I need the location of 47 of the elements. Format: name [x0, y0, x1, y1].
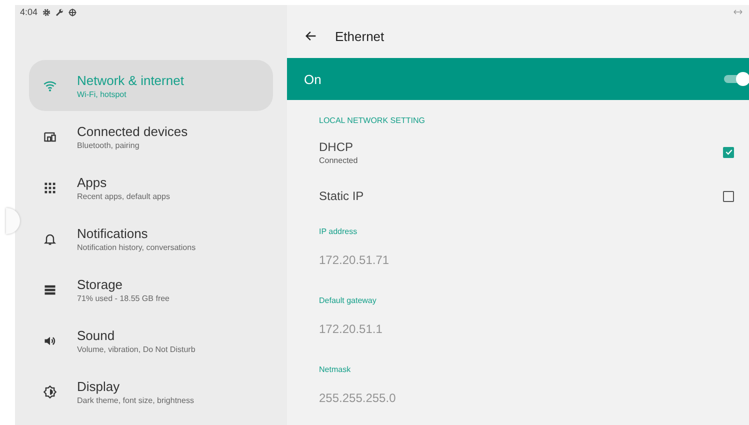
bell-icon — [43, 232, 57, 246]
field-label: IP address — [319, 227, 358, 236]
option-subtitle: Connected — [319, 156, 358, 164]
sidebar-item[interactable]: Apps Recent apps, default apps — [29, 162, 273, 213]
item-title: Connected devices — [77, 124, 188, 138]
item-title: Sound — [77, 328, 116, 342]
field-value: 255.255.255.0 — [319, 391, 397, 405]
item-subtitle: Bluetooth, pairing — [77, 140, 140, 150]
sidebar-item[interactable]: Display Dark theme, font size, brightness — [29, 366, 273, 417]
item-subtitle: Recent apps, default apps — [77, 192, 170, 200]
field-label: Netmask — [319, 365, 352, 374]
checkbox[interactable] — [723, 146, 734, 158]
item-title: Display — [77, 378, 121, 394]
item-subtitle: Wi-Fi, hotspot — [77, 90, 128, 98]
resize-arrows-icon — [733, 9, 743, 15]
sidebar-item[interactable]: Sound Volume, vibration, Do Not Disturb — [29, 315, 273, 366]
section-header: LOCAL NETWORK SETTING — [319, 116, 426, 127]
toggle-switch[interactable] — [724, 72, 748, 86]
wrench-icon — [54, 8, 64, 16]
item-title: Storage — [77, 276, 124, 292]
grid-icon — [43, 180, 57, 194]
page-title: Ethernet — [335, 28, 384, 44]
item-title: Network & internet — [77, 72, 184, 88]
sidebar-item[interactable]: Notifications Notification history, conversations — [29, 213, 273, 264]
back-button[interactable] — [304, 29, 318, 43]
field-value: 172.20.51.1 — [319, 322, 384, 336]
crosshair-icon — [68, 8, 77, 16]
devices-icon — [43, 130, 57, 144]
clock-time: 4:04 — [20, 7, 38, 17]
item-title: Notifications — [77, 226, 149, 240]
sidebar-item[interactable]: Connected devices Bluetooth, pairing — [29, 111, 273, 162]
option-title: DHCP — [319, 140, 354, 154]
item-title: Apps — [77, 174, 108, 190]
sidebar-item[interactable]: Storage 71% used - 18.55 GB free — [29, 264, 273, 315]
wifi-icon — [43, 78, 57, 92]
storage-icon — [43, 282, 57, 296]
brightness-icon — [43, 384, 57, 398]
field-label: Default gateway — [319, 296, 378, 305]
item-subtitle: Notification history, conversations — [77, 242, 196, 252]
item-subtitle: Volume, vibration, Do Not Disturb — [77, 344, 196, 354]
item-subtitle: 71% used - 18.55 GB free — [77, 294, 170, 302]
field-value: 172.20.51.71 — [319, 253, 390, 267]
item-subtitle: Dark theme, font size, brightness — [77, 396, 194, 404]
switch-label: On — [304, 72, 322, 86]
checkbox[interactable] — [723, 190, 734, 202]
back-arrow-icon — [304, 29, 318, 43]
option-title: Static IP — [319, 189, 364, 203]
